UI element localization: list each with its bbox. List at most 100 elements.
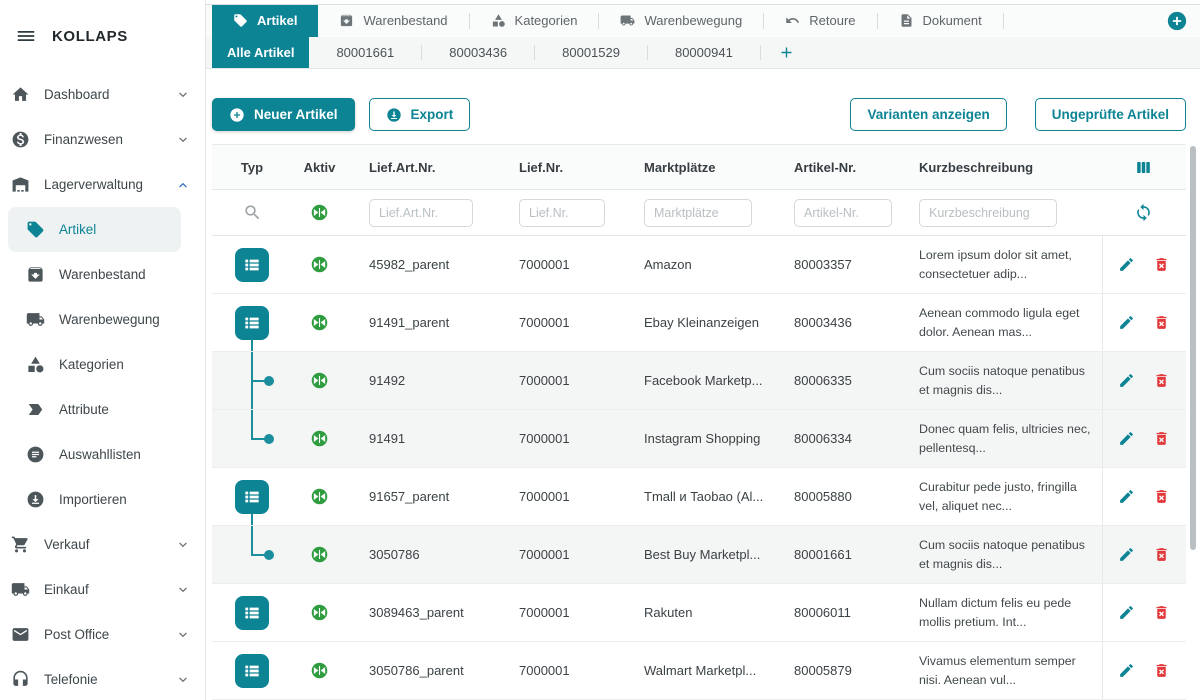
- tab-dokument[interactable]: Dokument: [878, 5, 1003, 37]
- sidebar-subitem-label: Auswahllisten: [59, 447, 205, 462]
- artikel-nr-cell: 80006335: [780, 352, 905, 409]
- marktplaetze-filter-input[interactable]: [644, 199, 752, 227]
- edit-icon[interactable]: [1118, 546, 1135, 563]
- sidebar-item-einkauf[interactable]: Einkauf: [0, 567, 205, 612]
- subtab-80001529[interactable]: 80001529: [535, 37, 647, 68]
- type-cell: [212, 410, 292, 467]
- sidebar-item-lagerverwaltung[interactable]: Lagerverwaltung: [0, 162, 205, 207]
- delete-icon[interactable]: [1153, 430, 1170, 447]
- artikel-nr-filter-input[interactable]: [794, 199, 892, 227]
- active-switch-icon[interactable]: [311, 256, 328, 273]
- active-switch-icon[interactable]: [311, 546, 328, 563]
- sidebar-item-icon: [11, 625, 30, 644]
- active-switch-icon[interactable]: [311, 430, 328, 447]
- sidebar-subitem-label: Warenbestand: [59, 267, 205, 282]
- sidebar-item-finanzwesen[interactable]: Finanzwesen: [0, 117, 205, 162]
- refresh-icon[interactable]: [1134, 203, 1153, 222]
- edit-icon[interactable]: [1118, 430, 1135, 447]
- menu-icon[interactable]: [15, 25, 37, 47]
- article-type-button[interactable]: [235, 480, 269, 514]
- unverified-articles-button[interactable]: Ungeprüfte Artikel: [1035, 98, 1186, 131]
- edit-icon[interactable]: [1118, 372, 1135, 389]
- subtab-80001661[interactable]: 80001661: [309, 37, 421, 68]
- sidebar-item-kategorien[interactable]: Kategorien: [0, 342, 205, 387]
- sidebar-subitem-label: Artikel: [59, 222, 181, 237]
- show-variants-label: Varianten anzeigen: [867, 107, 989, 122]
- active-switch-icon[interactable]: [311, 314, 328, 331]
- sidebar-item-post-office[interactable]: Post Office: [0, 612, 205, 657]
- table-row: 45982_parent 7000001 Amazon 80003357 Lor…: [212, 236, 1186, 294]
- tab-warenbestand[interactable]: Warenbestand: [318, 5, 468, 37]
- delete-icon[interactable]: [1153, 604, 1170, 621]
- list-icon: [242, 661, 262, 681]
- table-body: 45982_parent 7000001 Amazon 80003357 Lor…: [212, 236, 1186, 700]
- sidebar-item-warenbewegung[interactable]: Warenbewegung: [0, 297, 205, 342]
- sidebar-subitem-label: Importieren: [59, 492, 205, 507]
- type-cell: [212, 526, 292, 583]
- sidebar-item-attribute[interactable]: Attribute: [0, 387, 205, 432]
- active-filter-switch-icon[interactable]: [311, 204, 328, 221]
- tab-warenbewegung[interactable]: Warenbewegung: [599, 5, 763, 37]
- chevron-down-icon: [175, 537, 191, 553]
- edit-icon[interactable]: [1118, 662, 1135, 679]
- export-label: Export: [411, 107, 454, 122]
- article-type-button[interactable]: [235, 654, 269, 688]
- tab-retoure[interactable]: Retoure: [764, 5, 876, 37]
- active-switch-icon[interactable]: [311, 604, 328, 621]
- sidebar-item-artikel[interactable]: Artikel: [8, 207, 181, 252]
- sidebar-item-dashboard[interactable]: Dashboard: [0, 72, 205, 117]
- sidebar-item-warenbestand[interactable]: Warenbestand: [0, 252, 205, 297]
- type-cell: [212, 584, 292, 641]
- type-cell: [212, 352, 292, 409]
- sidebar-subitem-icon: [26, 445, 45, 464]
- tree-node-dot: [264, 376, 274, 386]
- add-subtab-button[interactable]: [778, 44, 795, 61]
- active-switch-icon[interactable]: [311, 488, 328, 505]
- delete-icon[interactable]: [1153, 314, 1170, 331]
- edit-icon[interactable]: [1118, 314, 1135, 331]
- article-type-button[interactable]: [235, 306, 269, 340]
- sidebar-item-verkauf[interactable]: Verkauf: [0, 522, 205, 567]
- search-icon[interactable]: [243, 203, 262, 222]
- tab-icon: [233, 13, 248, 28]
- artikel-nr-cell: 80003436: [780, 294, 905, 351]
- edit-icon[interactable]: [1118, 604, 1135, 621]
- kurzbeschreibung-cell: Cum sociis natoque penatibus et magnis d…: [905, 526, 1102, 583]
- active-switch-icon[interactable]: [311, 372, 328, 389]
- add-tab-button[interactable]: [1166, 10, 1188, 32]
- chevron-down-icon: [175, 582, 191, 598]
- lief-art-nr-cell: 3050786_parent: [347, 642, 505, 699]
- sidebar-item-auswahllisten[interactable]: Auswahllisten: [0, 432, 205, 477]
- kurzbeschreibung-cell: Donec quam felis, ultricies nec, pellent…: [905, 410, 1102, 467]
- edit-icon[interactable]: [1118, 488, 1135, 505]
- sidebar: KOLLAPS Dashboard Finanzwesen Lagerverwa…: [0, 0, 206, 700]
- export-button[interactable]: Export: [369, 98, 471, 131]
- delete-icon[interactable]: [1153, 372, 1170, 389]
- article-type-button[interactable]: [235, 596, 269, 630]
- sidebar-item-importieren[interactable]: Importieren: [0, 477, 205, 522]
- subtab-alle-artikel[interactable]: Alle Artikel: [212, 37, 309, 68]
- delete-icon[interactable]: [1153, 662, 1170, 679]
- columns-icon[interactable]: [1134, 158, 1153, 177]
- active-switch-icon[interactable]: [311, 662, 328, 679]
- edit-icon[interactable]: [1118, 256, 1135, 273]
- tab-kategorien[interactable]: Kategorien: [470, 5, 599, 37]
- subtab-80000941[interactable]: 80000941: [648, 37, 760, 68]
- lief-art-nr-filter-input[interactable]: [369, 199, 473, 227]
- sidebar-subitem-icon: [26, 400, 45, 419]
- delete-icon[interactable]: [1153, 256, 1170, 273]
- sidebar-item-telefonie[interactable]: Telefonie: [0, 657, 205, 700]
- lief-nr-filter-input[interactable]: [519, 199, 605, 227]
- new-article-button[interactable]: Neuer Artikel: [212, 98, 355, 131]
- toolbar: Neuer Artikel Export Varianten anzeigen …: [212, 98, 1186, 131]
- article-type-button[interactable]: [235, 248, 269, 282]
- delete-icon[interactable]: [1153, 488, 1170, 505]
- list-icon: [242, 313, 262, 333]
- kurzbeschreibung-filter-input[interactable]: [919, 199, 1057, 227]
- tab-artikel[interactable]: Artikel: [212, 5, 318, 37]
- show-variants-button[interactable]: Varianten anzeigen: [850, 98, 1006, 131]
- subtab-80003436[interactable]: 80003436: [422, 37, 534, 68]
- kurzbeschreibung-cell: Curabitur pede justo, fringilla vel, ali…: [905, 468, 1102, 525]
- delete-icon[interactable]: [1153, 546, 1170, 563]
- vertical-scrollbar[interactable]: [1190, 146, 1196, 550]
